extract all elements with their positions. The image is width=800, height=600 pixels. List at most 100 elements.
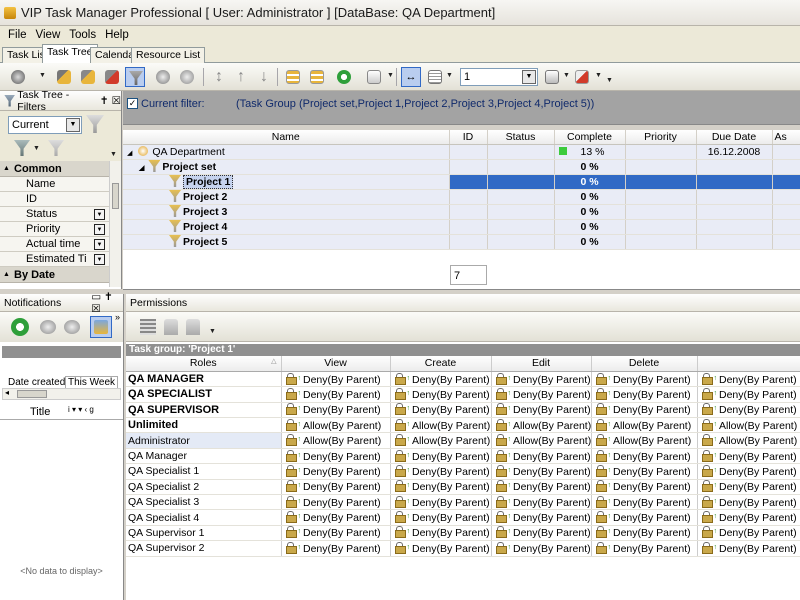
notify-mode-button[interactable]	[90, 316, 112, 338]
move-up-down-icon[interactable]: ↕	[209, 67, 229, 87]
filter-field-id[interactable]: ID	[0, 192, 121, 207]
permission-cell[interactable]: ↑ Deny(By Parent)	[491, 386, 592, 403]
filter-toggle-button[interactable]	[125, 67, 145, 87]
permission-cell[interactable]: ↑ Allow(By Parent)	[491, 417, 592, 434]
page-dropdown-arrow[interactable]: ▼	[446, 72, 453, 79]
permission-cell[interactable]: ↑ Deny(By Parent)	[697, 540, 800, 557]
permission-cell[interactable]: ↑ Deny(By Parent)	[491, 509, 592, 526]
current-filter-select[interactable]: Current ▼	[8, 116, 82, 134]
permission-cell[interactable]: ↑ Allow(By Parent)	[697, 417, 800, 434]
permission-cell[interactable]: ↑ Allow(By Parent)	[591, 432, 698, 449]
filter-field-estimated-time[interactable]: Estimated Ti ▼	[0, 252, 121, 267]
edit-column-header[interactable]: Edit	[491, 356, 592, 372]
chevron-down-icon[interactable]: ▼	[94, 209, 105, 220]
permission-cell[interactable]: ↑ Allow(By Parent)	[491, 432, 592, 449]
eye-settings-icon[interactable]	[64, 320, 80, 334]
permission-cell[interactable]: ↑ Deny(By Parent)	[281, 402, 391, 419]
permission-cell[interactable]: ↑ Deny(By Parent)	[281, 509, 391, 526]
export-button[interactable]	[542, 67, 562, 87]
permission-cell[interactable]: ↑ Deny(By Parent)	[491, 479, 592, 496]
move-down-icon[interactable]: ↓	[254, 67, 274, 87]
column-filter-icons[interactable]: i ▾ ▾ ‹ g	[68, 405, 94, 414]
permission-cell[interactable]: ↑ Deny(By Parent)	[390, 371, 492, 388]
edit-properties-button[interactable]	[78, 67, 98, 87]
permission-cell[interactable]: ↑ Deny(By Parent)	[281, 494, 391, 511]
permission-row[interactable]: QA Specialist 2 ↑ Deny(By Parent) ↑ Deny(By …	[126, 479, 800, 496]
permission-cell[interactable]: ↑ Deny(By Parent)	[697, 509, 800, 526]
options-dropdown-arrow[interactable]: ▼	[110, 151, 117, 158]
close-icon[interactable]: ☒	[112, 95, 121, 107]
filter-field-status[interactable]: Status ▼	[0, 207, 121, 222]
expand-tree-button[interactable]	[283, 67, 303, 87]
permission-cell[interactable]: ↑ Deny(By Parent)	[591, 386, 698, 403]
add-filter-dropdown-arrow[interactable]: ▼	[33, 145, 40, 152]
title-column-header[interactable]: Title	[30, 406, 50, 418]
permission-cell[interactable]: ↑ Deny(By Parent)	[281, 479, 391, 496]
eye-icon[interactable]	[40, 320, 56, 334]
roles-column-header[interactable]: Roles △	[126, 356, 282, 372]
page-setup-button[interactable]	[425, 67, 445, 87]
permission-cell[interactable]: ↑ Deny(By Parent)	[390, 448, 492, 465]
menu-view[interactable]: View	[36, 29, 61, 41]
chevron-down-icon[interactable]: ▼	[66, 118, 80, 132]
permission-row[interactable]: QA SUPERVISOR ↑ Deny(By Parent) ↑ Deny(By Pa…	[126, 402, 800, 419]
view-column-header[interactable]: View	[281, 356, 391, 372]
overflow-chevron-icon[interactable]: »	[115, 312, 120, 322]
permission-row[interactable]: QA Supervisor 1 ↑ Deny(By Parent) ↑ Deny(By …	[126, 525, 800, 542]
permission-cell[interactable]: ↑ Deny(By Parent)	[591, 448, 698, 465]
permission-cell[interactable]: ↑ Deny(By Parent)	[491, 448, 592, 465]
common-section-header[interactable]: Common	[0, 161, 121, 177]
permission-cell[interactable]: ↑ Deny(By Parent)	[697, 448, 800, 465]
print-button[interactable]	[364, 67, 384, 87]
permission-cell[interactable]: ↑ Deny(By Parent)	[390, 386, 492, 403]
scrollbar-thumb[interactable]	[17, 390, 47, 398]
filter-field-priority[interactable]: Priority ▼	[0, 222, 121, 237]
page-number-select[interactable]: 1 ▼	[460, 68, 538, 86]
scroll-left-icon[interactable]: ◂	[5, 388, 9, 397]
permission-cell[interactable]: ↑ Deny(By Parent)	[281, 448, 391, 465]
permission-cell[interactable]: ↑ Deny(By Parent)	[491, 494, 592, 511]
permission-cell[interactable]: ↑ Deny(By Parent)	[390, 402, 492, 419]
permission-cell[interactable]: ↑ Deny(By Parent)	[281, 540, 391, 557]
permission-cell[interactable]: ↑ Deny(By Parent)	[591, 525, 698, 542]
permission-row[interactable]: QA Manager ↑ Deny(By Parent) ↑ Deny(By Paren…	[126, 448, 800, 465]
export-dropdown-arrow[interactable]: ▼	[563, 72, 570, 79]
permission-row[interactable]: QA Specialist 3 ↑ Deny(By Parent) ↑ Deny(By …	[126, 494, 800, 511]
permission-cell[interactable]: ↑ Deny(By Parent)	[491, 402, 592, 419]
column-header-assigned[interactable]: As	[772, 130, 800, 145]
permission-cell[interactable]: ↑ Deny(By Parent)	[697, 463, 800, 480]
permission-cell[interactable]: ↑ Deny(By Parent)	[281, 525, 391, 542]
view-settings-button[interactable]	[177, 67, 197, 87]
permission-cell[interactable]: ↑ Allow(By Parent)	[281, 417, 391, 434]
permission-cell[interactable]: ↑ Deny(By Parent)	[697, 525, 800, 542]
chevron-down-icon[interactable]: ▼	[522, 70, 536, 84]
collapse-icon[interactable]: ◢	[139, 165, 144, 172]
permission-cell[interactable]: ↑ Deny(By Parent)	[697, 371, 800, 388]
pin-icon[interactable]: ▭ ✝ ☒	[91, 291, 123, 315]
add-filter-icon[interactable]	[14, 140, 30, 156]
lock-icon[interactable]	[164, 319, 178, 335]
permission-cell[interactable]: ↑ Allow(By Parent)	[591, 417, 698, 434]
filter-field-name[interactable]: Name	[0, 177, 121, 192]
tree-row-project-2[interactable]: Project 2 0 %	[123, 189, 800, 205]
permission-cell[interactable]: ↑ Deny(By Parent)	[281, 386, 391, 403]
chevron-down-icon[interactable]: ▼	[94, 239, 105, 250]
menu-help[interactable]: Help	[105, 29, 129, 41]
edit-task-button[interactable]	[54, 67, 74, 87]
permission-cell[interactable]: ↑ Deny(By Parent)	[281, 371, 391, 388]
tree-row-project-5[interactable]: Project 5 0 %	[123, 234, 800, 250]
filter-field-actual-time[interactable]: Actual time ▼	[0, 237, 121, 252]
permission-cell[interactable]: ↑ Deny(By Parent)	[697, 386, 800, 403]
print-dropdown-arrow[interactable]: ▼	[387, 72, 394, 79]
column-header-name[interactable]: Name	[123, 130, 450, 145]
tab-resource-list[interactable]: Resource List	[131, 47, 206, 63]
permission-cell[interactable]: ↑ Deny(By Parent)	[281, 463, 391, 480]
permission-cell[interactable]: ↑ Deny(By Parent)	[491, 463, 592, 480]
permission-row[interactable]: QA Specialist 1 ↑ Deny(By Parent) ↑ Deny(By …	[126, 463, 800, 480]
clear-filter-icon[interactable]	[86, 115, 104, 133]
permission-row[interactable]: Unlimited ↑ Allow(By Parent) ↑ Allow(By Pare…	[126, 417, 800, 434]
delete-task-button[interactable]	[102, 67, 122, 87]
permission-cell[interactable]: ↑ Deny(By Parent)	[491, 525, 592, 542]
view-button[interactable]	[153, 67, 173, 87]
tree-row-project-3[interactable]: Project 3 0 %	[123, 204, 800, 220]
